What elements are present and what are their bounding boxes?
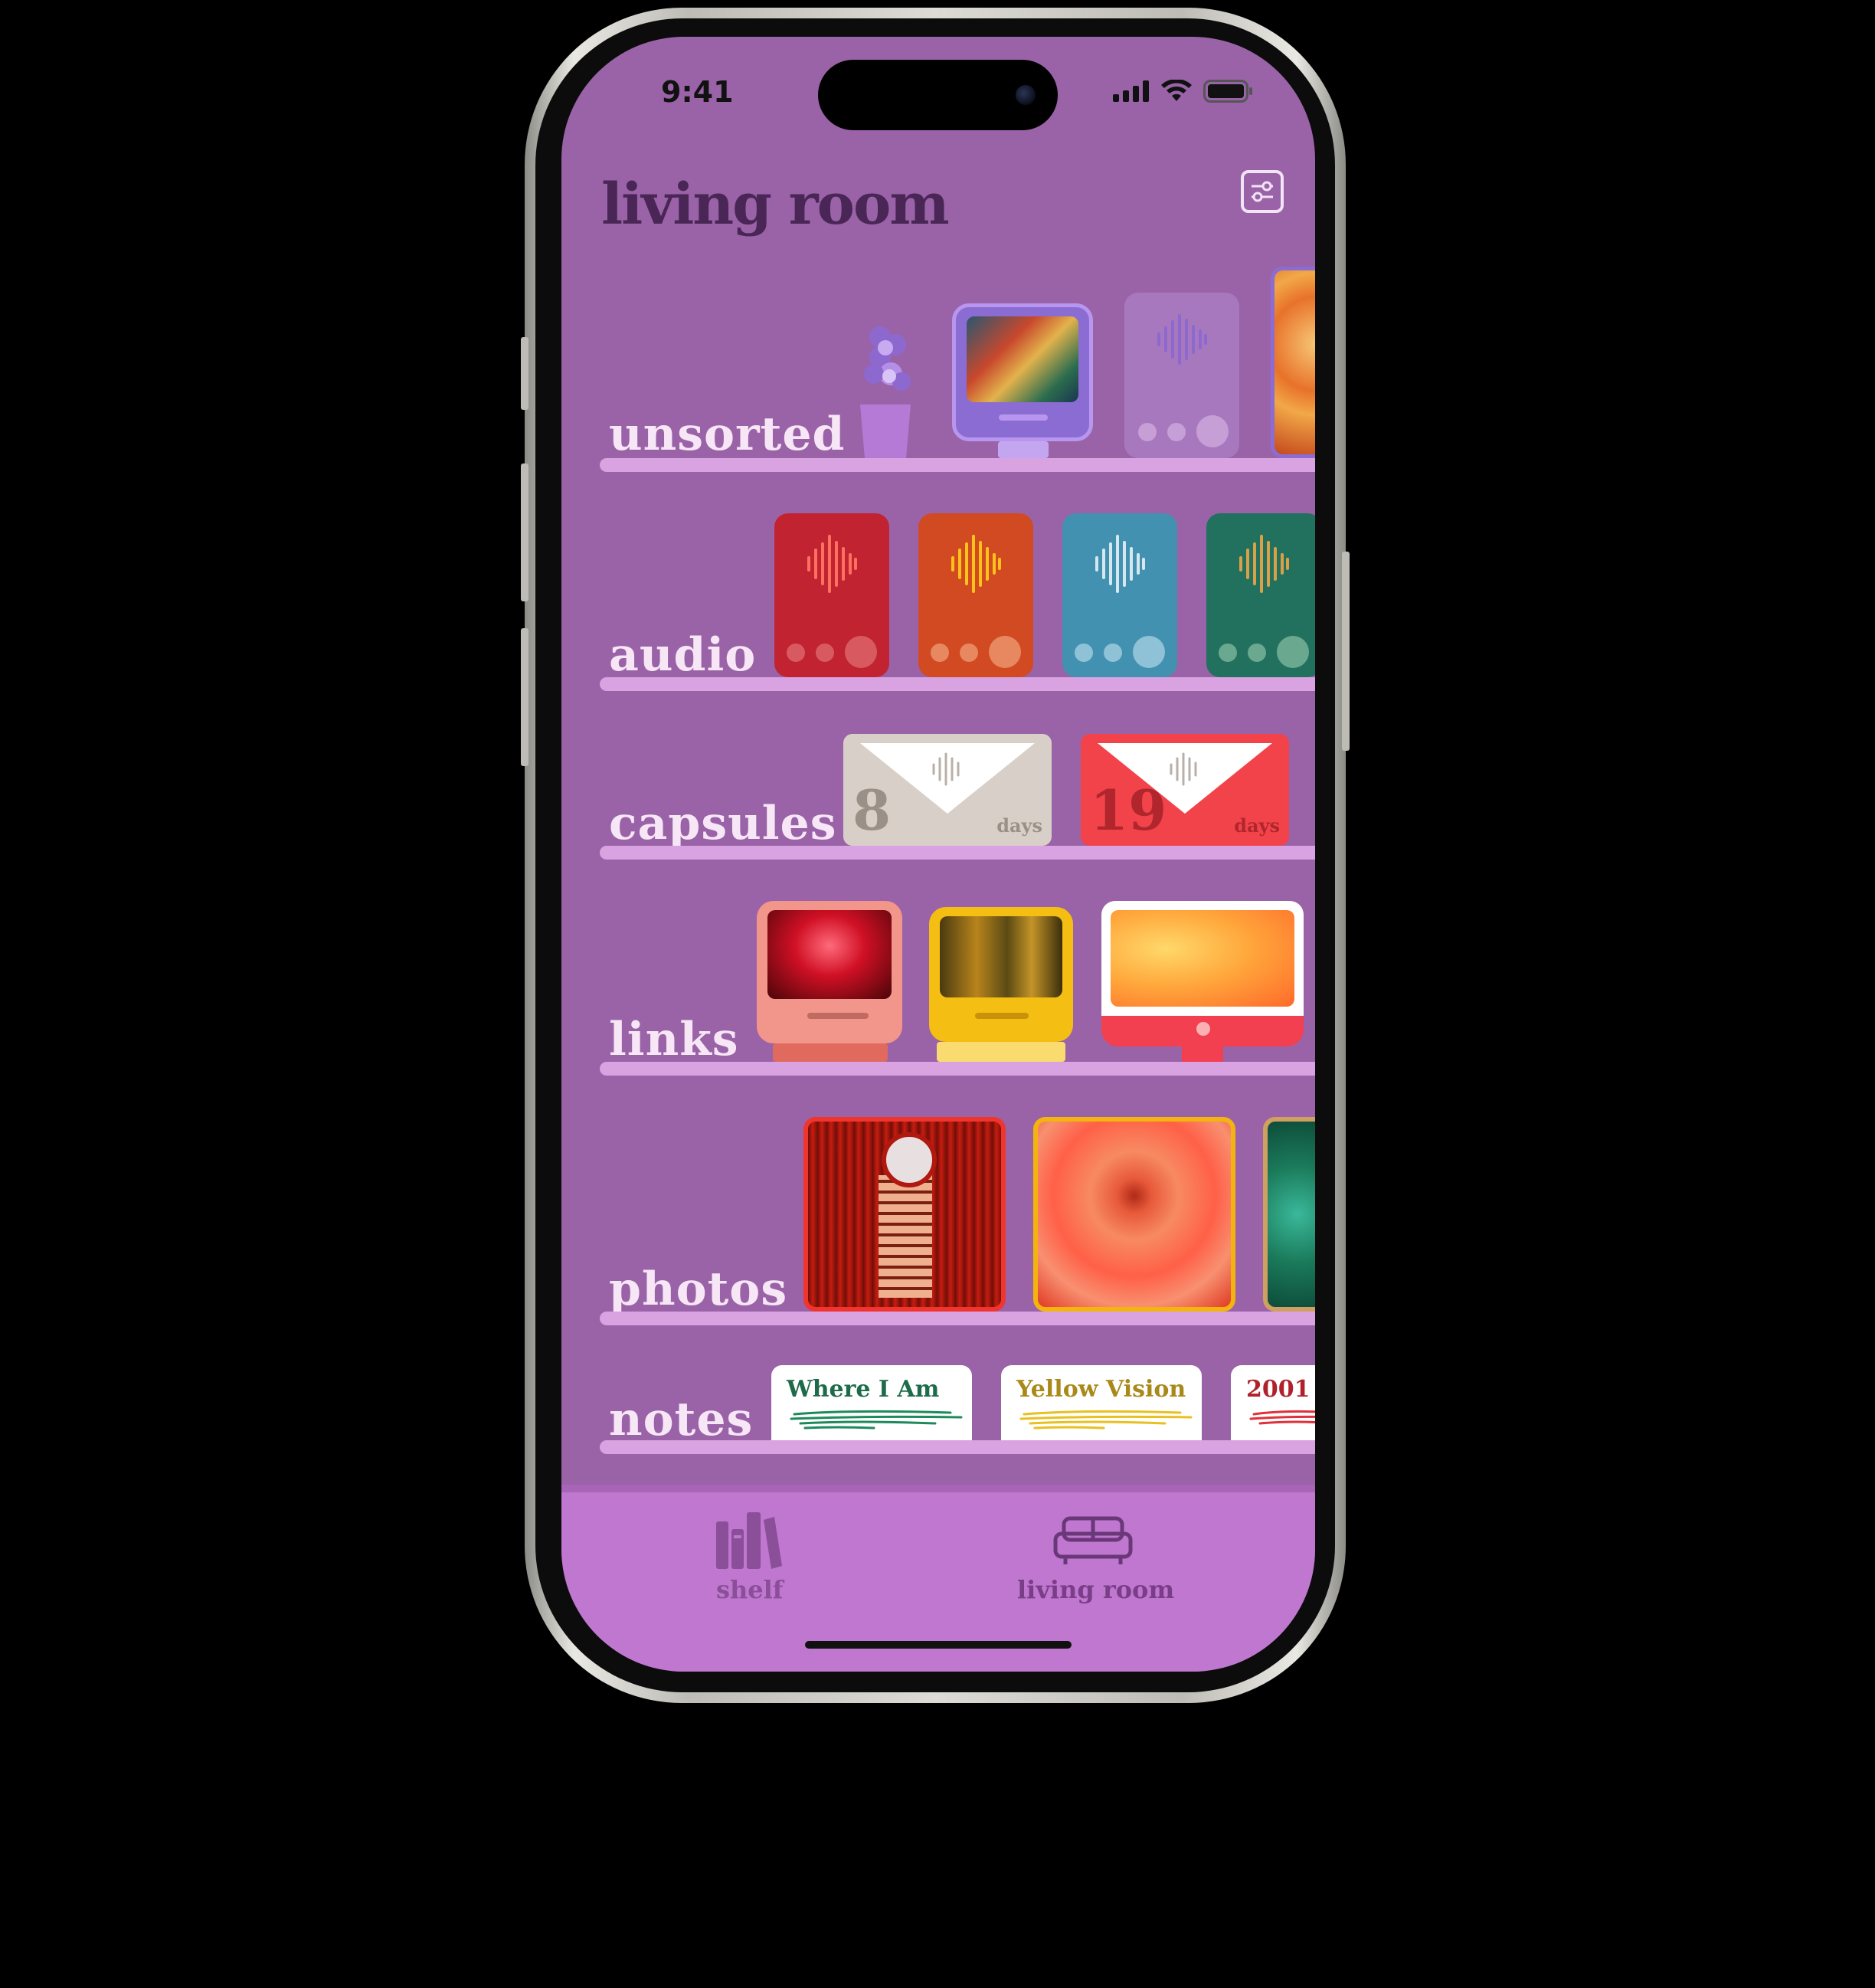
action-button	[521, 337, 528, 410]
capsule-days-count: 8	[852, 778, 892, 843]
tv-stand	[937, 1042, 1065, 1062]
photo-center-panel	[879, 1175, 932, 1298]
tv-slider	[807, 1013, 869, 1019]
capsule-days-unit: days	[996, 814, 1042, 837]
home-indicator[interactable]	[805, 1641, 1072, 1649]
link-tv[interactable]	[929, 907, 1073, 1042]
radio-knob	[1075, 644, 1093, 662]
unsorted-tv[interactable]	[952, 303, 1093, 441]
audio-radio[interactable]	[1062, 513, 1177, 677]
shelf-label-photos: photos	[609, 1263, 788, 1316]
tab-living-room[interactable]: living room	[1013, 1508, 1189, 1607]
tab-label: shelf	[716, 1575, 784, 1604]
note-title: 2001	[1246, 1376, 1311, 1403]
shelf-board	[600, 677, 1315, 691]
tv-stand	[998, 441, 1049, 458]
monitor-power-dot	[1196, 1022, 1210, 1036]
radio-knob	[1133, 636, 1165, 668]
note-card[interactable]: 2001	[1231, 1365, 1315, 1440]
camera-icon	[1016, 85, 1036, 105]
radio-knob	[845, 636, 877, 668]
audio-wave-icon	[951, 535, 1001, 593]
capsule-envelope[interactable]: 19 days	[1081, 734, 1289, 846]
radio-knob	[1248, 644, 1266, 662]
page-title: living room	[601, 172, 950, 237]
radio-knob	[1277, 636, 1309, 668]
battery-icon	[1203, 80, 1252, 103]
shelf-label-links: links	[609, 1013, 739, 1066]
radio-knob	[787, 644, 805, 662]
radio-knob	[1196, 415, 1229, 447]
radio-knob	[1138, 423, 1157, 441]
audio-wave-icon	[1095, 535, 1145, 593]
photo-frame[interactable]	[1033, 1117, 1235, 1312]
signal-icon	[1113, 80, 1149, 102]
status-time: 9:41	[661, 75, 734, 109]
tv-screen	[940, 916, 1062, 997]
audio-radio[interactable]	[774, 513, 889, 677]
books-icon	[716, 1512, 782, 1569]
shelf-label-notes: notes	[609, 1393, 754, 1446]
radio-knob	[1104, 644, 1122, 662]
power-button	[1342, 552, 1350, 751]
tv-screen	[967, 316, 1078, 402]
audio-wave-icon	[1157, 314, 1207, 365]
note-title: Where I Am	[787, 1376, 940, 1403]
radio-knob	[931, 644, 949, 662]
note-scribble	[1019, 1410, 1193, 1430]
audio-wave-icon	[807, 535, 857, 593]
app-screen: 9:41 living room unsorted audio capsules…	[561, 37, 1315, 1672]
photo-emblem	[882, 1132, 937, 1187]
volume-down-button	[521, 628, 528, 766]
photo-frame[interactable]	[803, 1117, 1006, 1312]
capsule-days-count: 19	[1090, 778, 1167, 843]
unsorted-radio[interactable]	[1124, 293, 1239, 458]
wifi-icon	[1161, 80, 1192, 101]
flower-icon	[860, 326, 911, 458]
tv-screen	[767, 910, 892, 999]
radio-knob	[1167, 423, 1186, 441]
flower-vase[interactable]	[851, 320, 920, 458]
monitor-stand	[1182, 1046, 1223, 1062]
tv-slider	[999, 414, 1048, 421]
note-scribble	[790, 1410, 963, 1430]
link-tv[interactable]	[757, 901, 902, 1043]
sliders-icon	[1252, 181, 1273, 202]
volume-up-button	[521, 463, 528, 601]
audio-radio[interactable]	[1206, 513, 1315, 677]
shelf-label-audio: audio	[609, 628, 757, 682]
note-card[interactable]: Yellow Vision	[1001, 1365, 1202, 1440]
radio-knob	[816, 644, 834, 662]
radio-knob	[989, 636, 1021, 668]
shelf-label-capsules: capsules	[609, 797, 837, 850]
shelf-label-unsorted: unsorted	[609, 408, 846, 461]
note-title: Yellow Vision	[1016, 1376, 1186, 1403]
tv-slider	[975, 1013, 1029, 1019]
note-scribble	[1249, 1410, 1315, 1425]
tab-label: living room	[1017, 1575, 1175, 1604]
unsorted-photo[interactable]	[1271, 267, 1315, 458]
shelf-board	[600, 458, 1315, 472]
radio-knob	[1219, 644, 1237, 662]
radio-knob	[960, 644, 978, 662]
dynamic-island	[818, 60, 1058, 130]
tab-bar-divider	[561, 1485, 1315, 1492]
shelf-board	[600, 1062, 1315, 1076]
capsule-envelope[interactable]: 8 days	[843, 734, 1052, 846]
link-monitor[interactable]	[1101, 901, 1304, 1046]
audio-radio[interactable]	[918, 513, 1033, 677]
capsule-days-unit: days	[1234, 814, 1280, 837]
photo-frame[interactable]	[1263, 1117, 1315, 1312]
shelf-board	[600, 846, 1315, 860]
sofa-icon	[1053, 1516, 1133, 1564]
shelf-board	[600, 1440, 1315, 1454]
tab-shelf[interactable]: shelf	[699, 1508, 799, 1607]
note-card[interactable]: Where I Am	[771, 1365, 972, 1440]
audio-wave-icon	[1239, 535, 1289, 593]
settings-button[interactable]	[1241, 170, 1284, 213]
monitor-display	[1111, 910, 1294, 1007]
tv-stand	[773, 1043, 888, 1062]
status-icons	[1113, 80, 1254, 103]
shelf-board	[600, 1312, 1315, 1325]
